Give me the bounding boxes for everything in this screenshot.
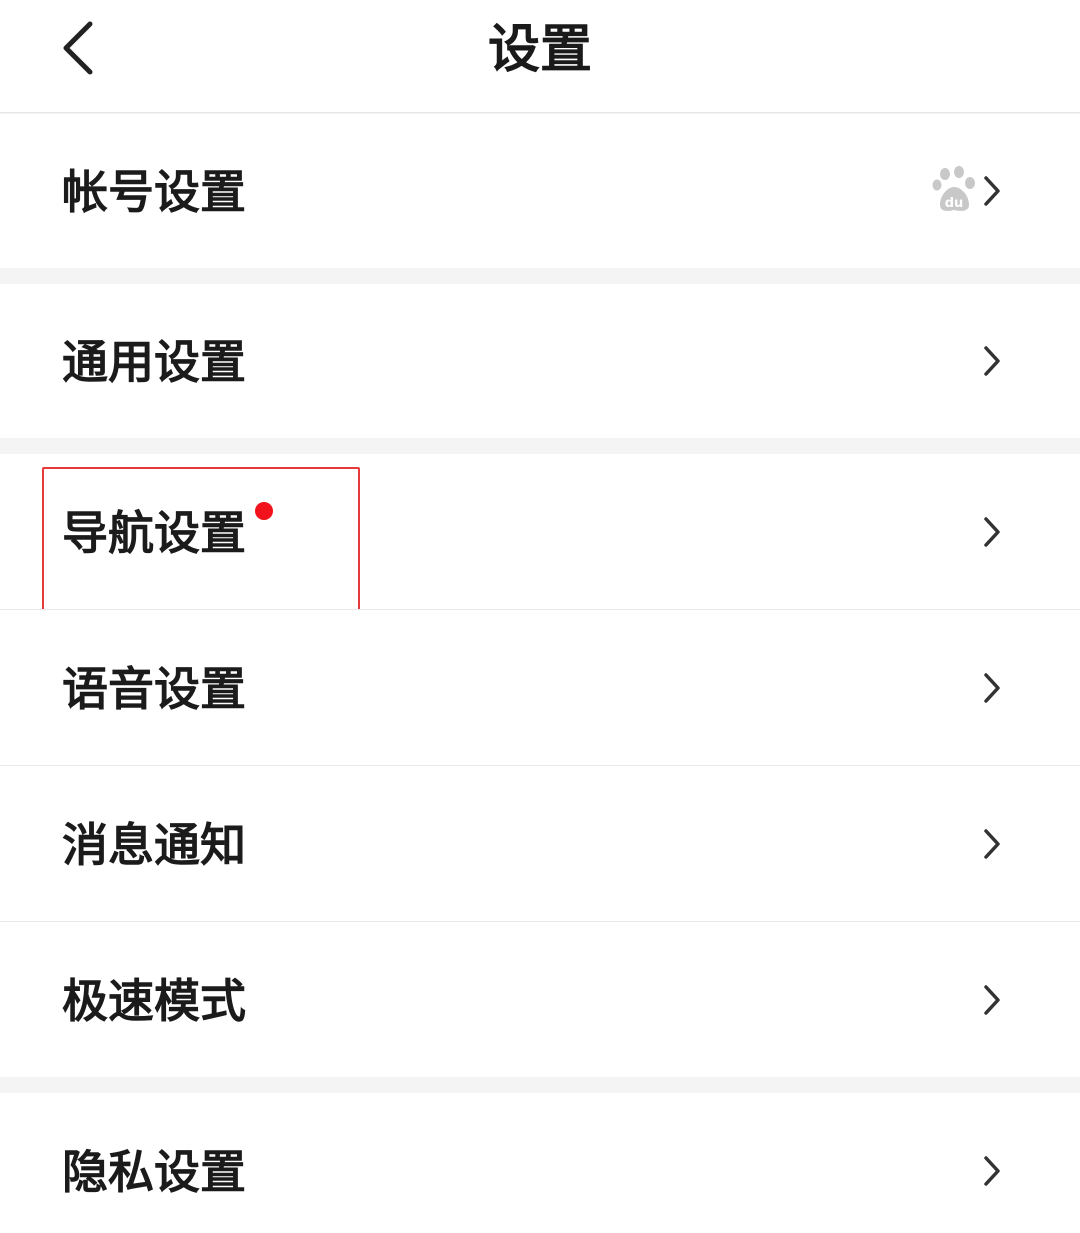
row-label: 语音设置 bbox=[62, 662, 246, 716]
row-voice-settings[interactable]: 语音设置 bbox=[0, 610, 1080, 765]
row-speed-mode[interactable]: 极速模式 bbox=[0, 922, 1080, 1077]
row-label: 消息通知 bbox=[62, 818, 246, 872]
row-general-settings[interactable]: 通用设置 bbox=[0, 284, 1080, 438]
chevron-right-icon bbox=[984, 1156, 1000, 1186]
page-title: 设置 bbox=[487, 20, 592, 80]
row-label: 通用设置 bbox=[62, 335, 246, 389]
baidu-paw-icon: du bbox=[932, 166, 975, 211]
row-label: 帐号设置 bbox=[62, 165, 246, 219]
highlight-box bbox=[42, 467, 360, 617]
top-bar: 设置 bbox=[0, 0, 1080, 113]
chevron-right-icon bbox=[984, 176, 1000, 206]
row-account-settings[interactable]: 帐号设置 bbox=[0, 114, 1080, 268]
svg-text:du: du bbox=[945, 196, 964, 211]
settings-page: 设置 帐号设置 du 通用设置 导航设置 语音设置 消息通知 极速模式 隐私设置 bbox=[0, 0, 1080, 1233]
chevron-right-icon bbox=[984, 985, 1000, 1015]
row-privacy-settings[interactable]: 隐私设置 bbox=[0, 1093, 1080, 1233]
row-message-notifications[interactable]: 消息通知 bbox=[0, 766, 1080, 921]
chevron-right-icon bbox=[984, 673, 1000, 703]
row-label: 极速模式 bbox=[62, 974, 246, 1028]
row-label: 隐私设置 bbox=[62, 1145, 246, 1199]
chevron-right-icon bbox=[984, 517, 1000, 547]
chevron-right-icon bbox=[984, 829, 1000, 859]
chevron-right-icon bbox=[984, 346, 1000, 376]
